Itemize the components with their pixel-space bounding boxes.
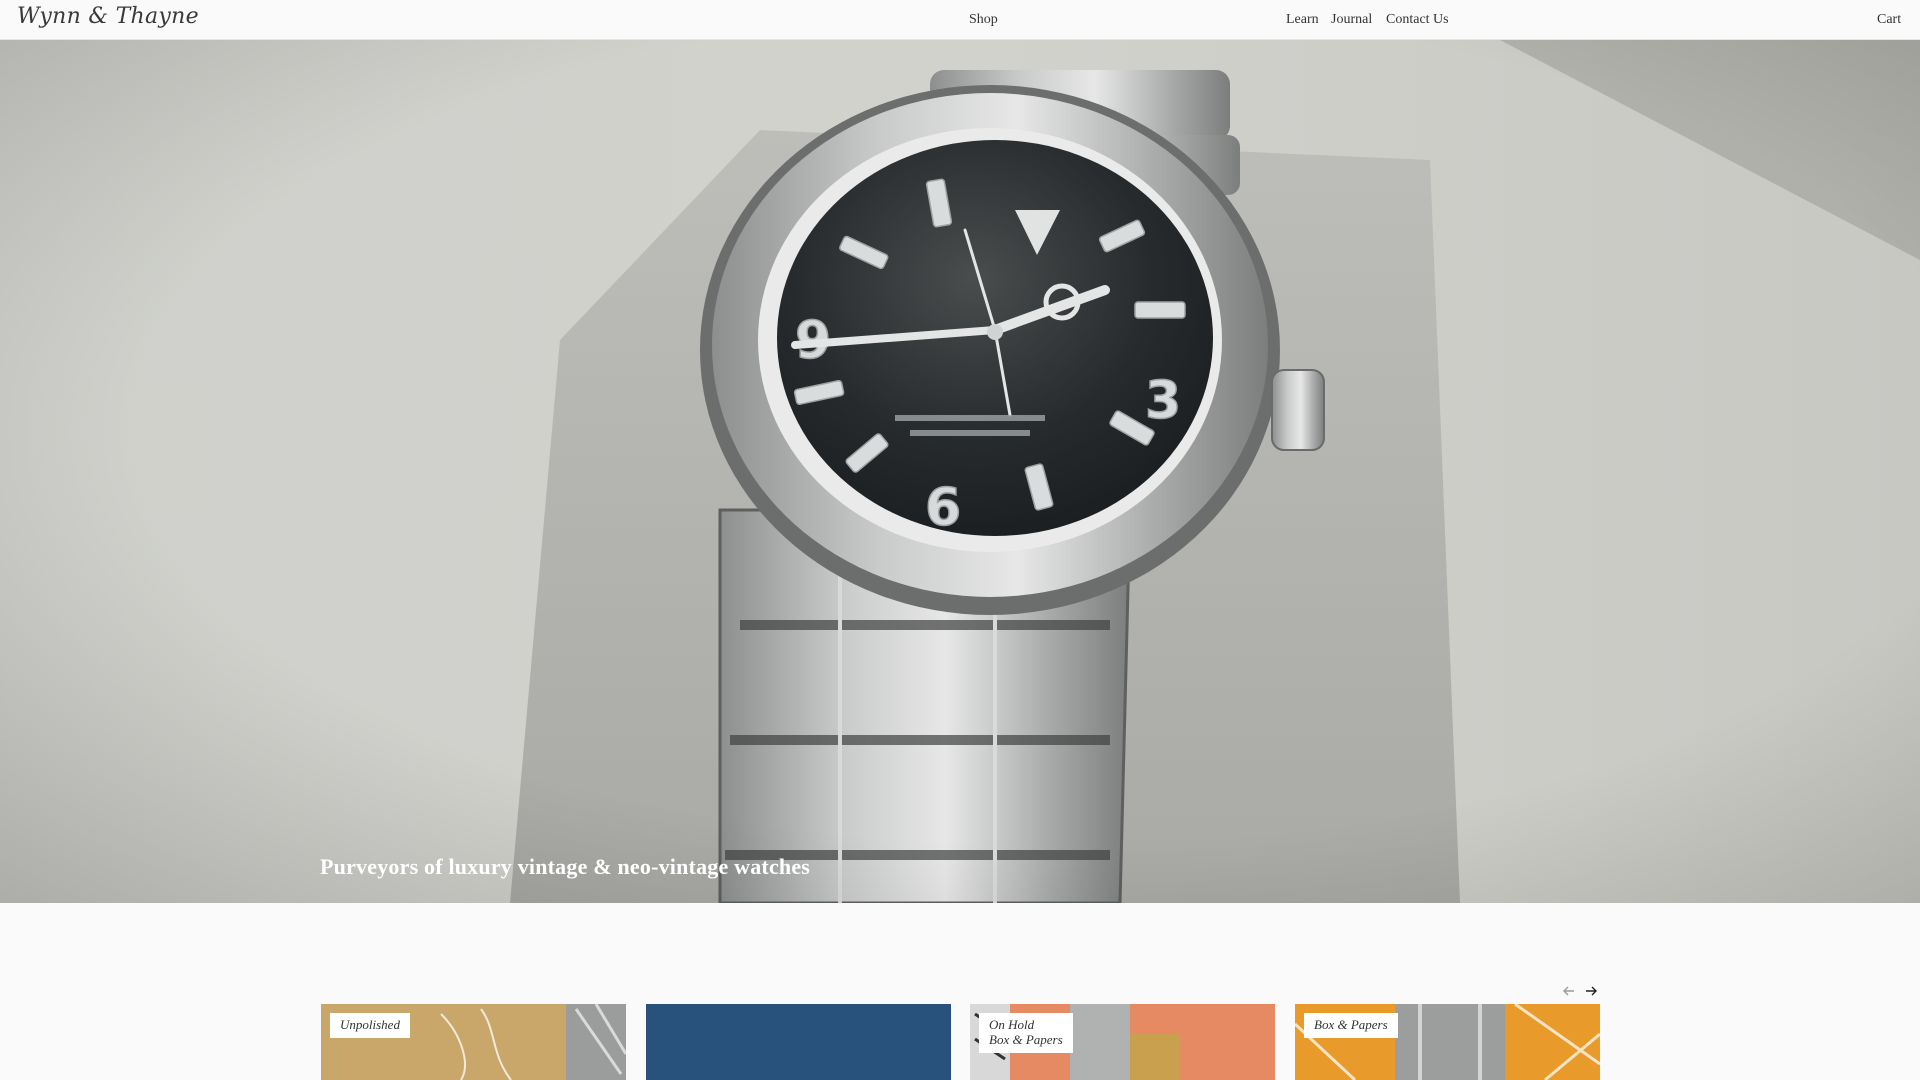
product-card-2[interactable] [646,1004,951,1080]
badge-text: Box & Papers [1314,1017,1388,1032]
product-badge-3: On Hold Box & Papers [979,1013,1073,1053]
nav-shop[interactable]: Shop [969,12,998,28]
carousel-controls [1561,983,1601,1003]
product-badge-1: Unpolished [330,1013,410,1038]
arrow-right-icon[interactable] [1583,983,1599,999]
nav-contact-us[interactable]: Contact Us [1386,12,1449,28]
badge-text-line-2: Box & Papers [989,1031,1063,1047]
hero-banner: 9 3 6 Purveyors of luxury vintage & neo-… [0,40,1920,903]
site-logo[interactable]: Wynn & Thayne [17,4,199,29]
nav-cart[interactable]: Cart [1877,12,1901,28]
product-card-4[interactable]: Box & Papers [1295,1004,1600,1080]
product-card-1[interactable]: Unpolished [321,1004,626,1080]
product-carousel: Unpolished On Hold Box & Papers Box & Pa… [321,1004,1601,1080]
product-badge-4: Box & Papers [1304,1013,1398,1038]
nav-learn[interactable]: Learn [1286,12,1319,28]
arrow-left-icon[interactable] [1561,983,1577,999]
badge-text-line-1: On Hold [989,1017,1035,1032]
hero-tagline: Purveyors of luxury vintage & neo-vintag… [320,854,811,879]
badge-text: Unpolished [340,1017,400,1032]
nav-journal[interactable]: Journal [1331,12,1372,28]
product-image-2 [646,1004,951,1080]
product-card-3[interactable]: On Hold Box & Papers [970,1004,1275,1080]
hero-watch-image: 9 3 6 [0,40,1920,903]
site-header: Wynn & Thayne Shop Learn Journal Contact… [0,0,1920,40]
